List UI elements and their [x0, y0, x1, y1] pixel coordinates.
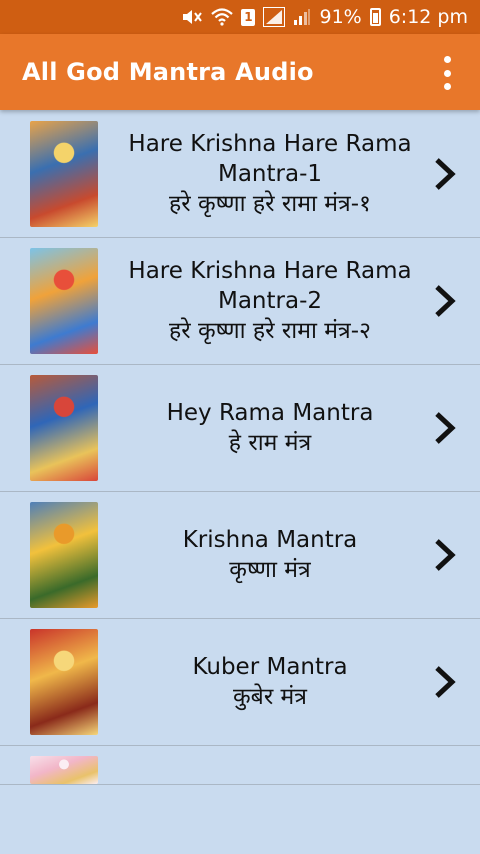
list-item-subtitle: हरे कृष्णा हरे रामा मंत्र-१: [169, 191, 371, 217]
deity-thumbnail: [30, 248, 98, 354]
mantra-list: Hare Krishna Hare Rama Mantra-1 हरे कृष्…: [0, 111, 480, 785]
deity-thumbnail: [30, 502, 98, 608]
deity-thumbnail: [30, 629, 98, 735]
list-item-title: Krishna Mantra: [182, 527, 358, 553]
list-item-subtitle: हरे कृष्णा हरे रामा मंत्र-२: [169, 318, 371, 344]
chevron-right-icon: [435, 158, 456, 190]
deity-thumbnail: [30, 756, 98, 784]
list-item-subtitle: कुबेर मंत्र: [233, 684, 307, 710]
battery-icon: [369, 8, 381, 26]
app-bar: All God Mantra Audio: [0, 34, 480, 110]
list-item[interactable]: Hare Krishna Hare Rama Mantra-1 हरे कृष्…: [0, 111, 480, 238]
battery-percent: 91%: [319, 6, 362, 28]
list-item[interactable]: Hare Krishna Hare Rama Mantra-2 हरे कृष्…: [0, 238, 480, 365]
list-item-subtitle: कृष्णा मंत्र: [229, 557, 311, 583]
chevron-right-icon: [435, 285, 456, 317]
list-item-title: Hare Krishna Hare Rama Mantra-1: [128, 131, 412, 187]
list-item-title: Hey Rama Mantra: [166, 400, 374, 426]
overflow-menu-icon[interactable]: [442, 56, 452, 90]
list-item[interactable]: Kuber Mantra कुबेर मंत्र: [0, 619, 480, 746]
mute-icon: [181, 9, 203, 25]
list-item-subtitle: हे राम मंत्र: [228, 430, 312, 456]
wifi-icon: [211, 8, 234, 26]
list-item-text: Krishna Mantra कृष्णा मंत्र: [120, 492, 420, 618]
list-item-title: Hare Krishna Hare Rama Mantra-2: [128, 258, 412, 314]
list-item-text: Hey Rama Mantra हे राम मंत्र: [120, 365, 420, 491]
list-item-text: Hare Krishna Hare Rama Mantra-1 हरे कृष्…: [120, 111, 420, 237]
deity-thumbnail: [30, 375, 98, 481]
list-item[interactable]: Hey Rama Mantra हे राम मंत्र: [0, 365, 480, 492]
list-item-text: Kuber Mantra कुबेर मंत्र: [120, 619, 420, 745]
list-item[interactable]: Krishna Mantra कृष्णा मंत्र: [0, 492, 480, 619]
list-item[interactable]: [0, 746, 480, 785]
chevron-right-icon: [435, 412, 456, 444]
signal-icon: [263, 7, 286, 27]
chevron-right-icon: [435, 666, 456, 698]
signal-icon: [293, 8, 311, 26]
status-bar: 1 91% 6:12 pm: [0, 0, 480, 34]
clock: 6:12 pm: [388, 6, 468, 28]
app-title: All God Mantra Audio: [22, 58, 314, 86]
list-item-title: Kuber Mantra: [192, 654, 348, 680]
chevron-right-icon: [435, 539, 456, 571]
list-item-text: Hare Krishna Hare Rama Mantra-2 हरे कृष्…: [120, 238, 420, 364]
deity-thumbnail: [30, 121, 98, 227]
sim-icon: 1: [241, 8, 256, 26]
